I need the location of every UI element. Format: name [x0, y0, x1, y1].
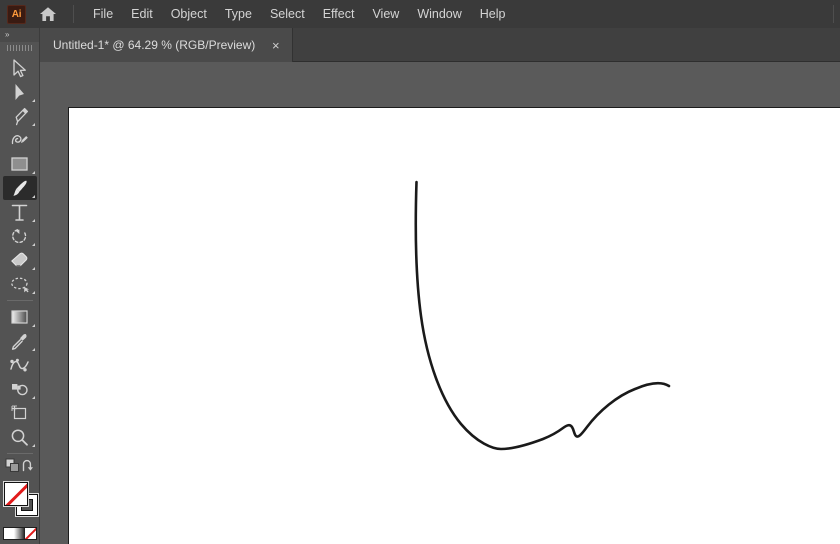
pen-tool[interactable] — [3, 104, 37, 128]
rotate-tool[interactable] — [3, 224, 37, 248]
none-button[interactable] — [24, 528, 36, 539]
none-slash-icon — [5, 483, 27, 505]
tool-flyout-indicator — [31, 444, 35, 447]
menubar-divider — [73, 5, 74, 23]
tool-flyout-indicator — [31, 396, 35, 399]
tool-flyout-indicator — [31, 123, 35, 126]
tool-flyout-indicator — [31, 99, 35, 102]
curvature-tool[interactable] — [3, 128, 37, 152]
menu-item-help[interactable]: Help — [471, 3, 515, 25]
blend-tool[interactable] — [3, 353, 37, 377]
color-mode-strip — [2, 527, 37, 540]
tools-panel: » — [0, 28, 40, 544]
tool-list — [0, 54, 39, 544]
menu-item-object[interactable]: Object — [162, 3, 216, 25]
app-logo-icon[interactable]: Ai — [7, 4, 26, 24]
app-logo-text: Ai — [11, 8, 22, 20]
document-tab-title: Untitled-1* @ 64.29 % (RGB/Preview) — [53, 38, 256, 52]
paintbrush-tool[interactable] — [2, 176, 37, 200]
tool-flyout-indicator — [31, 171, 35, 174]
direct-selection-tool[interactable] — [3, 80, 37, 104]
panel-drag-grip[interactable] — [0, 42, 39, 54]
menu-bar: Ai File Edit Object Type Select Effect V… — [0, 0, 840, 28]
tool-flyout-indicator — [31, 195, 35, 198]
menu-item-edit[interactable]: Edit — [122, 3, 162, 25]
menubar-right-divider — [833, 5, 834, 23]
menu-item-effect[interactable]: Effect — [314, 3, 364, 25]
menu-items: File Edit Object Type Select Effect View… — [84, 3, 515, 25]
swap-fill-stroke-icon[interactable] — [21, 459, 35, 478]
illustrator-window: Ai File Edit Object Type Select Effect V… — [0, 0, 840, 544]
chevron-double-right-icon[interactable]: » — [5, 31, 10, 39]
brush-stroke-path[interactable] — [69, 108, 840, 544]
color-button[interactable] — [3, 528, 15, 539]
artboard[interactable] — [68, 107, 840, 544]
close-icon[interactable]: × — [269, 39, 282, 52]
none-slash-icon — [24, 528, 36, 539]
document-tab-strip: Untitled-1* @ 64.29 % (RGB/Preview) × — [0, 28, 840, 62]
canvas-area[interactable] — [40, 62, 840, 544]
tools-divider-2 — [6, 453, 33, 454]
lasso-tool[interactable] — [3, 272, 37, 296]
shape-builder-tool[interactable] — [3, 377, 37, 401]
tool-flyout-indicator — [31, 324, 35, 327]
rectangle-tool[interactable] — [3, 152, 37, 176]
menu-item-window[interactable]: Window — [408, 3, 470, 25]
zoom-tool[interactable] — [3, 425, 37, 449]
menu-item-select[interactable]: Select — [261, 3, 314, 25]
tools-panel-header[interactable]: » — [0, 28, 39, 42]
eyedropper-tool[interactable] — [3, 329, 37, 353]
fill-swatch[interactable] — [4, 482, 28, 506]
gradient-tool[interactable] — [3, 305, 37, 329]
tool-flyout-indicator — [31, 348, 35, 351]
gradient-button[interactable] — [14, 528, 25, 539]
tools-divider — [6, 300, 33, 301]
type-tool[interactable] — [3, 200, 37, 224]
eraser-tool[interactable] — [3, 248, 37, 272]
menu-item-type[interactable]: Type — [216, 3, 261, 25]
selection-tool[interactable] — [3, 56, 37, 80]
tool-flyout-indicator — [31, 267, 35, 270]
home-icon[interactable] — [35, 1, 61, 27]
tool-flyout-indicator — [31, 291, 35, 294]
document-tab-untitled-1[interactable]: Untitled-1* @ 64.29 % (RGB/Preview) × — [40, 28, 294, 62]
arrange-objects-icon[interactable] — [5, 458, 20, 478]
artboard-tool[interactable] — [3, 401, 37, 425]
fill-stroke-controls — [0, 458, 39, 478]
menu-item-file[interactable]: File — [84, 3, 122, 25]
tool-flyout-indicator — [31, 219, 35, 222]
fill-stroke-swatches — [0, 480, 40, 522]
menu-item-view[interactable]: View — [363, 3, 408, 25]
tool-flyout-indicator — [31, 243, 35, 246]
